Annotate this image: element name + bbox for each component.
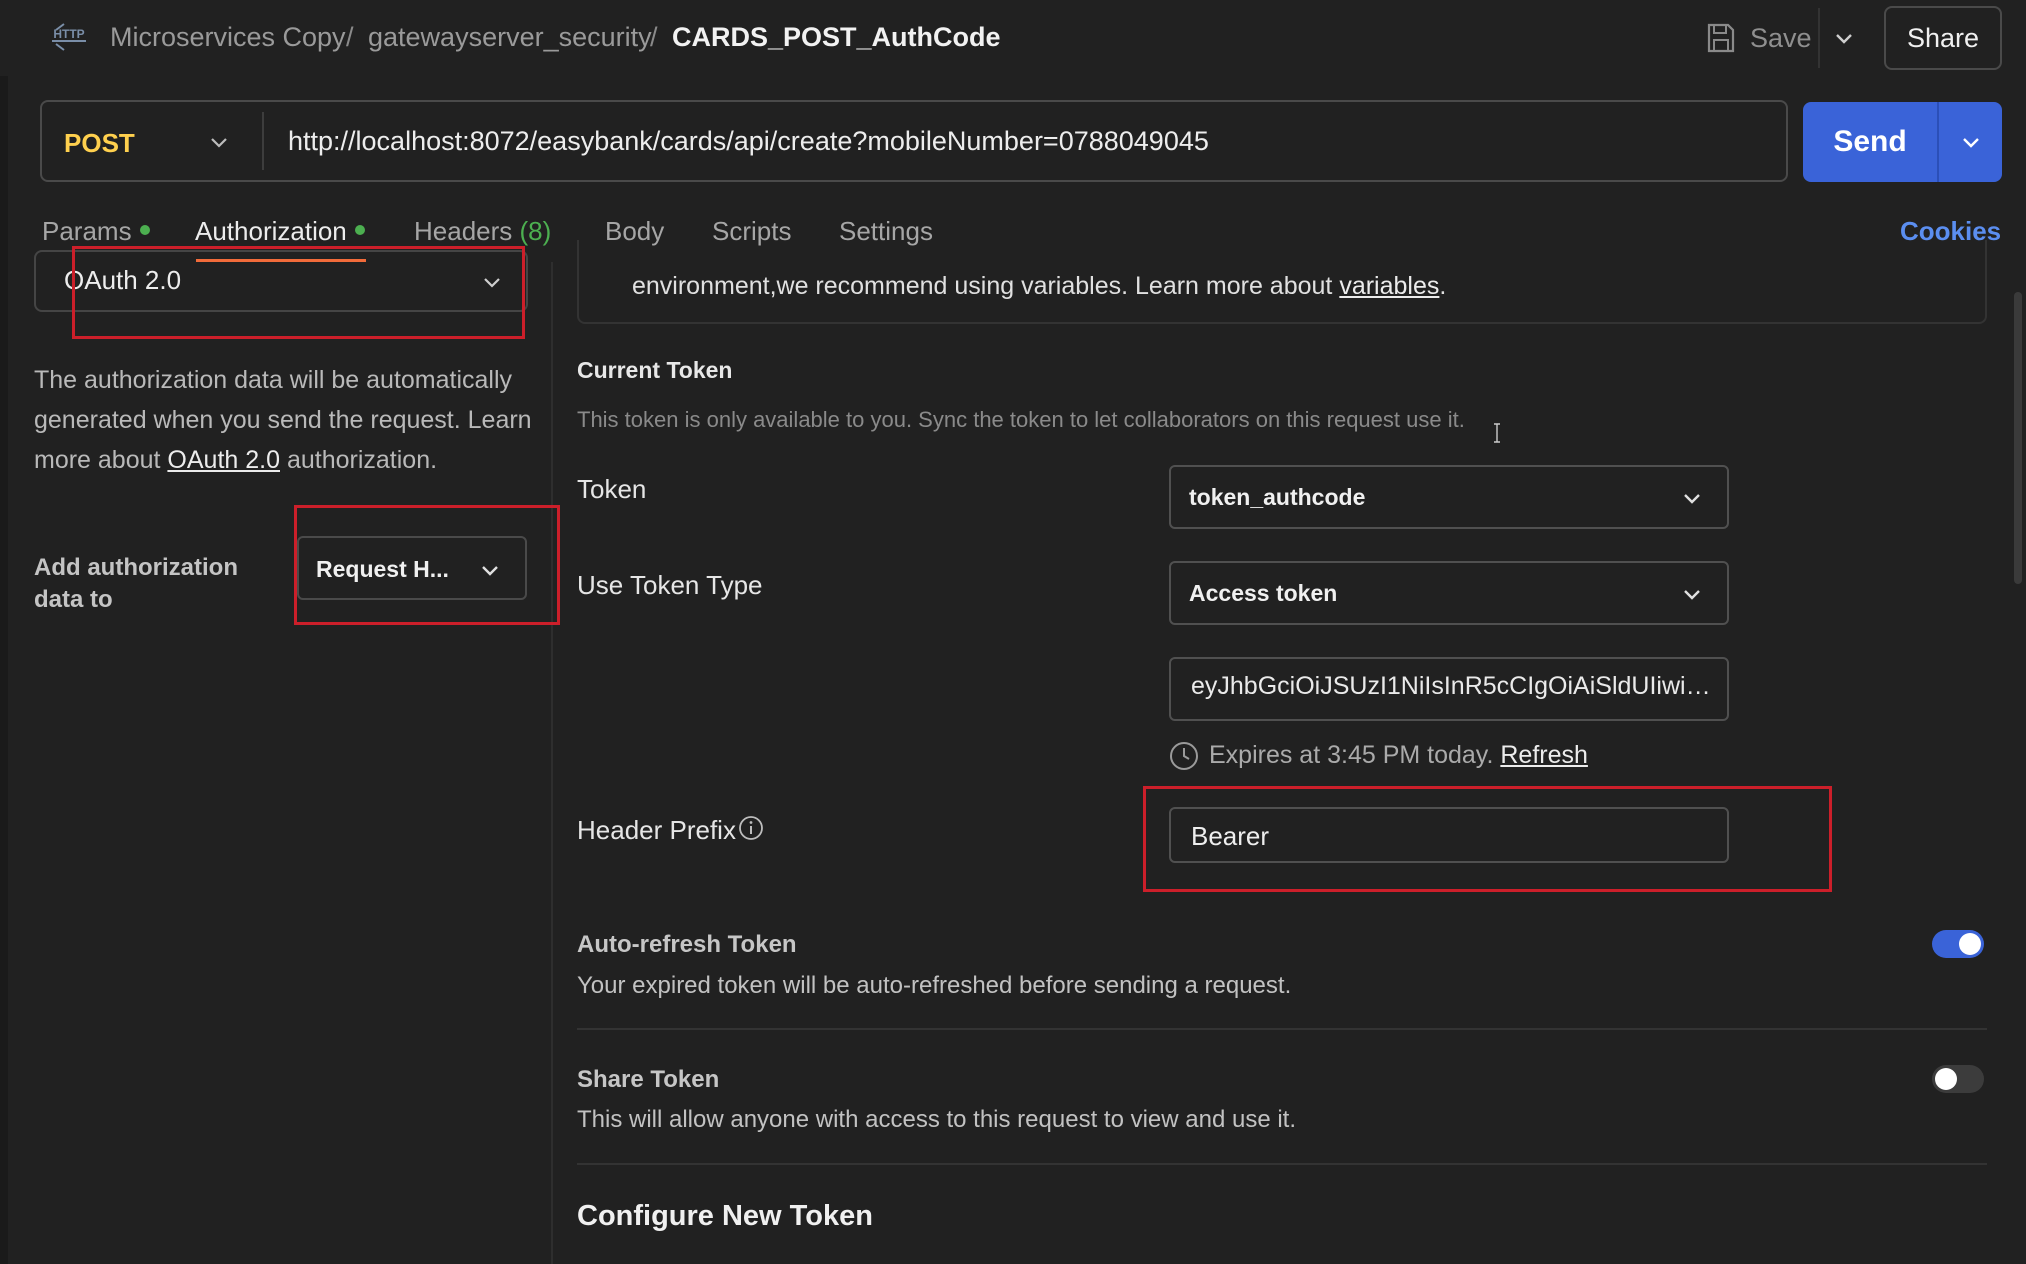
info-banner-text: environment,we recommend using variables… — [632, 272, 1446, 301]
info-icon[interactable] — [738, 815, 764, 841]
oauth-docs-link[interactable]: OAuth 2.0 — [167, 446, 280, 474]
save-icon[interactable] — [1706, 22, 1736, 54]
variables-link[interactable]: variables — [1339, 272, 1439, 300]
token-label: Token — [577, 474, 647, 504]
highlight-box — [294, 505, 560, 625]
tab-label: Authorization — [195, 216, 347, 246]
top-bar: HTTP Microservices Copy / gatewayserver_… — [0, 0, 2026, 76]
text-cursor-icon — [1494, 423, 1500, 443]
tab-params[interactable]: Params — [42, 216, 150, 247]
chevron-down-icon[interactable] — [1832, 26, 1856, 50]
clock-icon — [1170, 742, 1198, 770]
share-token-toggle[interactable] — [1932, 1065, 1984, 1093]
auto-refresh-toggle[interactable] — [1932, 930, 1984, 958]
headers-count: (8) — [519, 216, 552, 246]
share-token-description: This will allow anyone with access to th… — [577, 1106, 1297, 1133]
current-token-note: This token is only available to you. Syn… — [577, 407, 1465, 432]
divider — [262, 112, 264, 170]
toggle-knob — [1959, 933, 1981, 955]
info-text: . — [1439, 272, 1447, 300]
current-token-heading: Current Token — [577, 357, 733, 383]
send-button[interactable]: Send — [1803, 102, 1937, 182]
toggle-knob — [1935, 1068, 1957, 1090]
sidebar-edge — [0, 76, 8, 1264]
tab-label: Params — [42, 216, 132, 246]
breadcrumb-request: CARDS_POST_AuthCode — [672, 22, 1001, 52]
chevron-down-icon[interactable] — [1680, 582, 1704, 606]
header-prefix-label: Header Prefix — [577, 815, 736, 845]
expiry-text: Expires at 3:45 PM today. — [1209, 741, 1494, 769]
token-expiry: Expires at 3:45 PM today. Refresh — [1209, 741, 1588, 770]
tab-authorization[interactable]: Authorization — [195, 216, 365, 247]
chevron-down-icon — [1962, 138, 1979, 148]
auth-description: The authorization data will be automatic… — [34, 360, 534, 480]
method-select[interactable]: POST — [64, 128, 135, 159]
add-auth-label: Add authorization data to — [34, 554, 238, 613]
status-dot — [139, 225, 150, 236]
token-type-value: Access token — [1189, 580, 1338, 606]
send-options-button[interactable] — [1939, 102, 2002, 182]
save-button[interactable]: Save — [1750, 23, 1812, 54]
scrollbar[interactable] — [2014, 292, 2022, 584]
status-dot — [354, 225, 365, 236]
divider — [577, 1163, 1987, 1165]
refresh-link[interactable]: Refresh — [1500, 741, 1588, 769]
http-icon: HTTP — [52, 23, 86, 51]
token-select-value: token_authcode — [1189, 484, 1366, 510]
token-value: eyJhbGciOiJSUzI1NiIsInR5cCIgOiAiSldUIiwi… — [1191, 672, 1711, 700]
token-type-label: Use Token Type — [577, 570, 763, 600]
breadcrumb-separator: / — [650, 22, 658, 52]
configure-token-heading: Configure New Token — [577, 1200, 873, 1232]
chevron-down-icon[interactable] — [206, 130, 232, 154]
share-token-title: Share Token — [577, 1066, 720, 1093]
auto-refresh-title: Auto-refresh Token — [577, 931, 797, 958]
divider — [1818, 8, 1820, 68]
share-button[interactable]: Share — [1884, 6, 2002, 70]
highlight-box — [72, 246, 525, 339]
highlight-box — [1143, 786, 1832, 892]
panel-divider[interactable] — [551, 262, 553, 1264]
breadcrumb-folder[interactable]: gatewayserver_security — [368, 22, 652, 53]
divider — [577, 1028, 1987, 1030]
tab-headers[interactable]: Headers (8) — [414, 216, 551, 247]
tab-label: Headers — [414, 216, 513, 246]
breadcrumb-collection[interactable]: Microservices Copy — [110, 22, 346, 53]
auth-description-text: authorization. — [280, 446, 438, 474]
breadcrumb-separator: / — [346, 22, 354, 52]
chevron-down-icon[interactable] — [1680, 486, 1704, 510]
auto-refresh-description: Your expired token will be auto-refreshe… — [577, 972, 1292, 999]
info-text: environment,we recommend using variables… — [632, 272, 1340, 300]
url-input[interactable]: http://localhost:8072/easybank/cards/api… — [288, 126, 1209, 157]
